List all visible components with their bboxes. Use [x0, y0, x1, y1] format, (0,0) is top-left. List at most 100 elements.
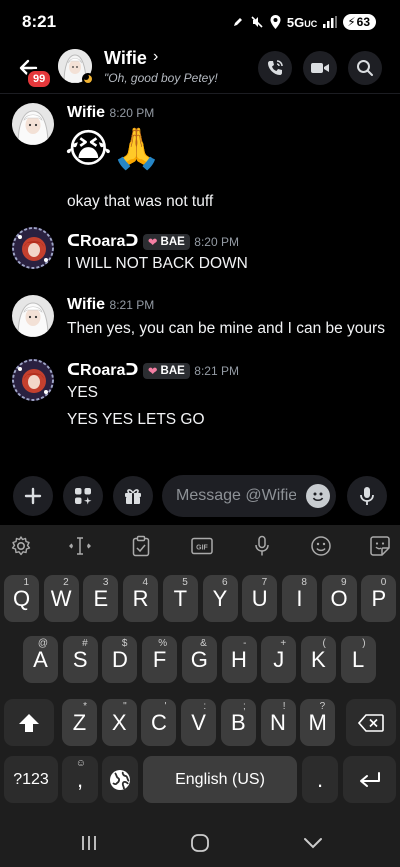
gift-button[interactable]	[113, 476, 153, 516]
backspace-key[interactable]	[346, 699, 396, 746]
voice-input-button[interactable]	[250, 534, 274, 558]
smiley-icon	[312, 492, 324, 502]
key-h[interactable]: -H	[221, 636, 257, 683]
avatar[interactable]	[12, 227, 54, 269]
emoji-keyboard-button[interactable]	[309, 534, 333, 558]
attach-button[interactable]	[13, 476, 53, 516]
chat-header: 99 Wifie › "Oh, good boy Petey!	[0, 44, 400, 94]
message-author[interactable]: Wifie 8:21 PM	[67, 296, 154, 314]
message-timestamp: 8:21 PM	[194, 364, 239, 378]
symbols-key[interactable]: ?123	[4, 756, 58, 803]
message-author[interactable]: ᑕRoaraᑐ ❤ BAE 8:21 PM	[67, 360, 239, 380]
composer-bar	[0, 467, 400, 525]
message-timestamp: 8:20 PM	[194, 235, 239, 249]
comma-key[interactable]: ☺,	[62, 756, 98, 803]
recents-icon	[82, 836, 96, 850]
edit-pen-icon	[233, 18, 242, 26]
heart-icon: ❤	[147, 365, 158, 378]
key-i[interactable]: 8I	[281, 575, 317, 622]
gif-icon: GIF	[191, 537, 213, 555]
key-r[interactable]: 4R	[123, 575, 159, 622]
message-input[interactable]	[176, 475, 296, 517]
on-screen-keyboard: GIF 1Q2W3E4R5T6Y7U8I9O0P @ A # S $ D% F & G - H + J(…	[0, 525, 400, 817]
message-author[interactable]: ᑕRoaraᑐ ❤ BAE 8:20 PM	[67, 231, 239, 251]
gif-button[interactable]: GIF	[190, 534, 214, 558]
enter-key[interactable]	[343, 756, 396, 803]
system-nav-bar	[0, 817, 400, 867]
text-cursor-button[interactable]	[68, 534, 92, 558]
message-field[interactable]	[162, 475, 336, 517]
message-text: I WILL NOT BACK DOWN	[67, 255, 248, 272]
mute-icon	[251, 16, 263, 28]
recents-button[interactable]	[77, 831, 101, 855]
key-g[interactable]: & G	[181, 636, 217, 683]
message-list[interactable]: Wifie 8:20 PM 😭🙏 okay that was not tuff …	[0, 95, 400, 467]
clipboard-icon	[132, 535, 150, 557]
back-button[interactable]	[301, 831, 325, 855]
apps-button[interactable]	[63, 476, 103, 516]
unread-badge: 99	[26, 69, 53, 89]
key-n[interactable]: ! N	[260, 699, 296, 746]
key-j[interactable]: + J	[261, 636, 297, 683]
key-q[interactable]: 1Q	[4, 575, 39, 622]
key-p[interactable]: 0P	[361, 575, 397, 622]
key-v[interactable]: :V	[181, 699, 217, 746]
message-author[interactable]: Wifie 8:20 PM	[67, 104, 154, 122]
key-s[interactable]: # S	[62, 636, 98, 683]
idle-status-icon	[82, 73, 94, 85]
keyboard-toolbar: GIF	[0, 525, 400, 567]
status-time: 8:21	[22, 12, 57, 31]
key-d[interactable]: $ D	[102, 636, 138, 683]
home-circle-icon	[191, 834, 209, 852]
video-call-button[interactable]	[303, 51, 337, 85]
key-m[interactable]: ? M	[300, 699, 336, 746]
key-y[interactable]: 6Y	[202, 575, 238, 622]
microphone-icon	[360, 487, 374, 505]
chevron-right-icon[interactable]: ›	[153, 48, 158, 66]
key-e[interactable]: 3E	[83, 575, 119, 622]
key-u[interactable]: 7U	[242, 575, 278, 622]
key-w[interactable]: 2W	[43, 575, 79, 622]
shift-key[interactable]	[4, 699, 54, 746]
key-z[interactable]: * Z	[62, 699, 97, 746]
sticker-button[interactable]	[368, 534, 392, 558]
voice-call-button[interactable]	[258, 51, 292, 85]
globe-icon	[110, 769, 130, 790]
key-t[interactable]: 5T	[162, 575, 198, 622]
home-button[interactable]	[188, 831, 212, 855]
phone-call-icon	[268, 60, 283, 75]
avatar[interactable]	[12, 103, 54, 145]
voice-message-button[interactable]	[347, 476, 387, 516]
language-key[interactable]	[102, 756, 138, 803]
key-l[interactable]: ) L	[340, 636, 376, 683]
charging-icon: ⚡	[347, 15, 356, 29]
key-c[interactable]: ' C	[141, 699, 177, 746]
key-x[interactable]: " X	[101, 699, 137, 746]
key-o[interactable]: 9O	[321, 575, 357, 622]
status-bar: 8:21 5GUC ⚡ 63	[0, 0, 400, 44]
header-name[interactable]: Wifie	[104, 48, 147, 69]
shift-arrow-icon	[19, 713, 39, 732]
smiley-icon	[311, 536, 331, 556]
battery-indicator: ⚡ 63	[343, 14, 376, 30]
key-a[interactable]: @ A	[23, 636, 58, 683]
role-tag: ❤ BAE	[142, 233, 190, 250]
clipboard-button[interactable]	[129, 534, 153, 558]
key-k[interactable]: (K	[300, 636, 336, 683]
key-f[interactable]: % F	[142, 636, 178, 683]
search-icon	[357, 60, 373, 76]
settings-button[interactable]	[9, 534, 33, 558]
spacebar[interactable]: English (US)	[143, 756, 297, 803]
heart-icon: ❤	[147, 236, 158, 249]
microphone-icon	[255, 535, 269, 556]
period-key[interactable]: .	[302, 756, 338, 803]
key-b[interactable]: ; B	[220, 699, 256, 746]
gear-icon	[11, 536, 31, 556]
emoji-button[interactable]	[306, 484, 330, 508]
avatar[interactable]	[12, 359, 54, 401]
video-camera-icon	[311, 63, 329, 73]
search-button[interactable]	[348, 51, 382, 85]
enter-return-icon	[359, 771, 380, 787]
avatar[interactable]	[12, 295, 54, 337]
cursor-move-icon	[69, 537, 91, 555]
